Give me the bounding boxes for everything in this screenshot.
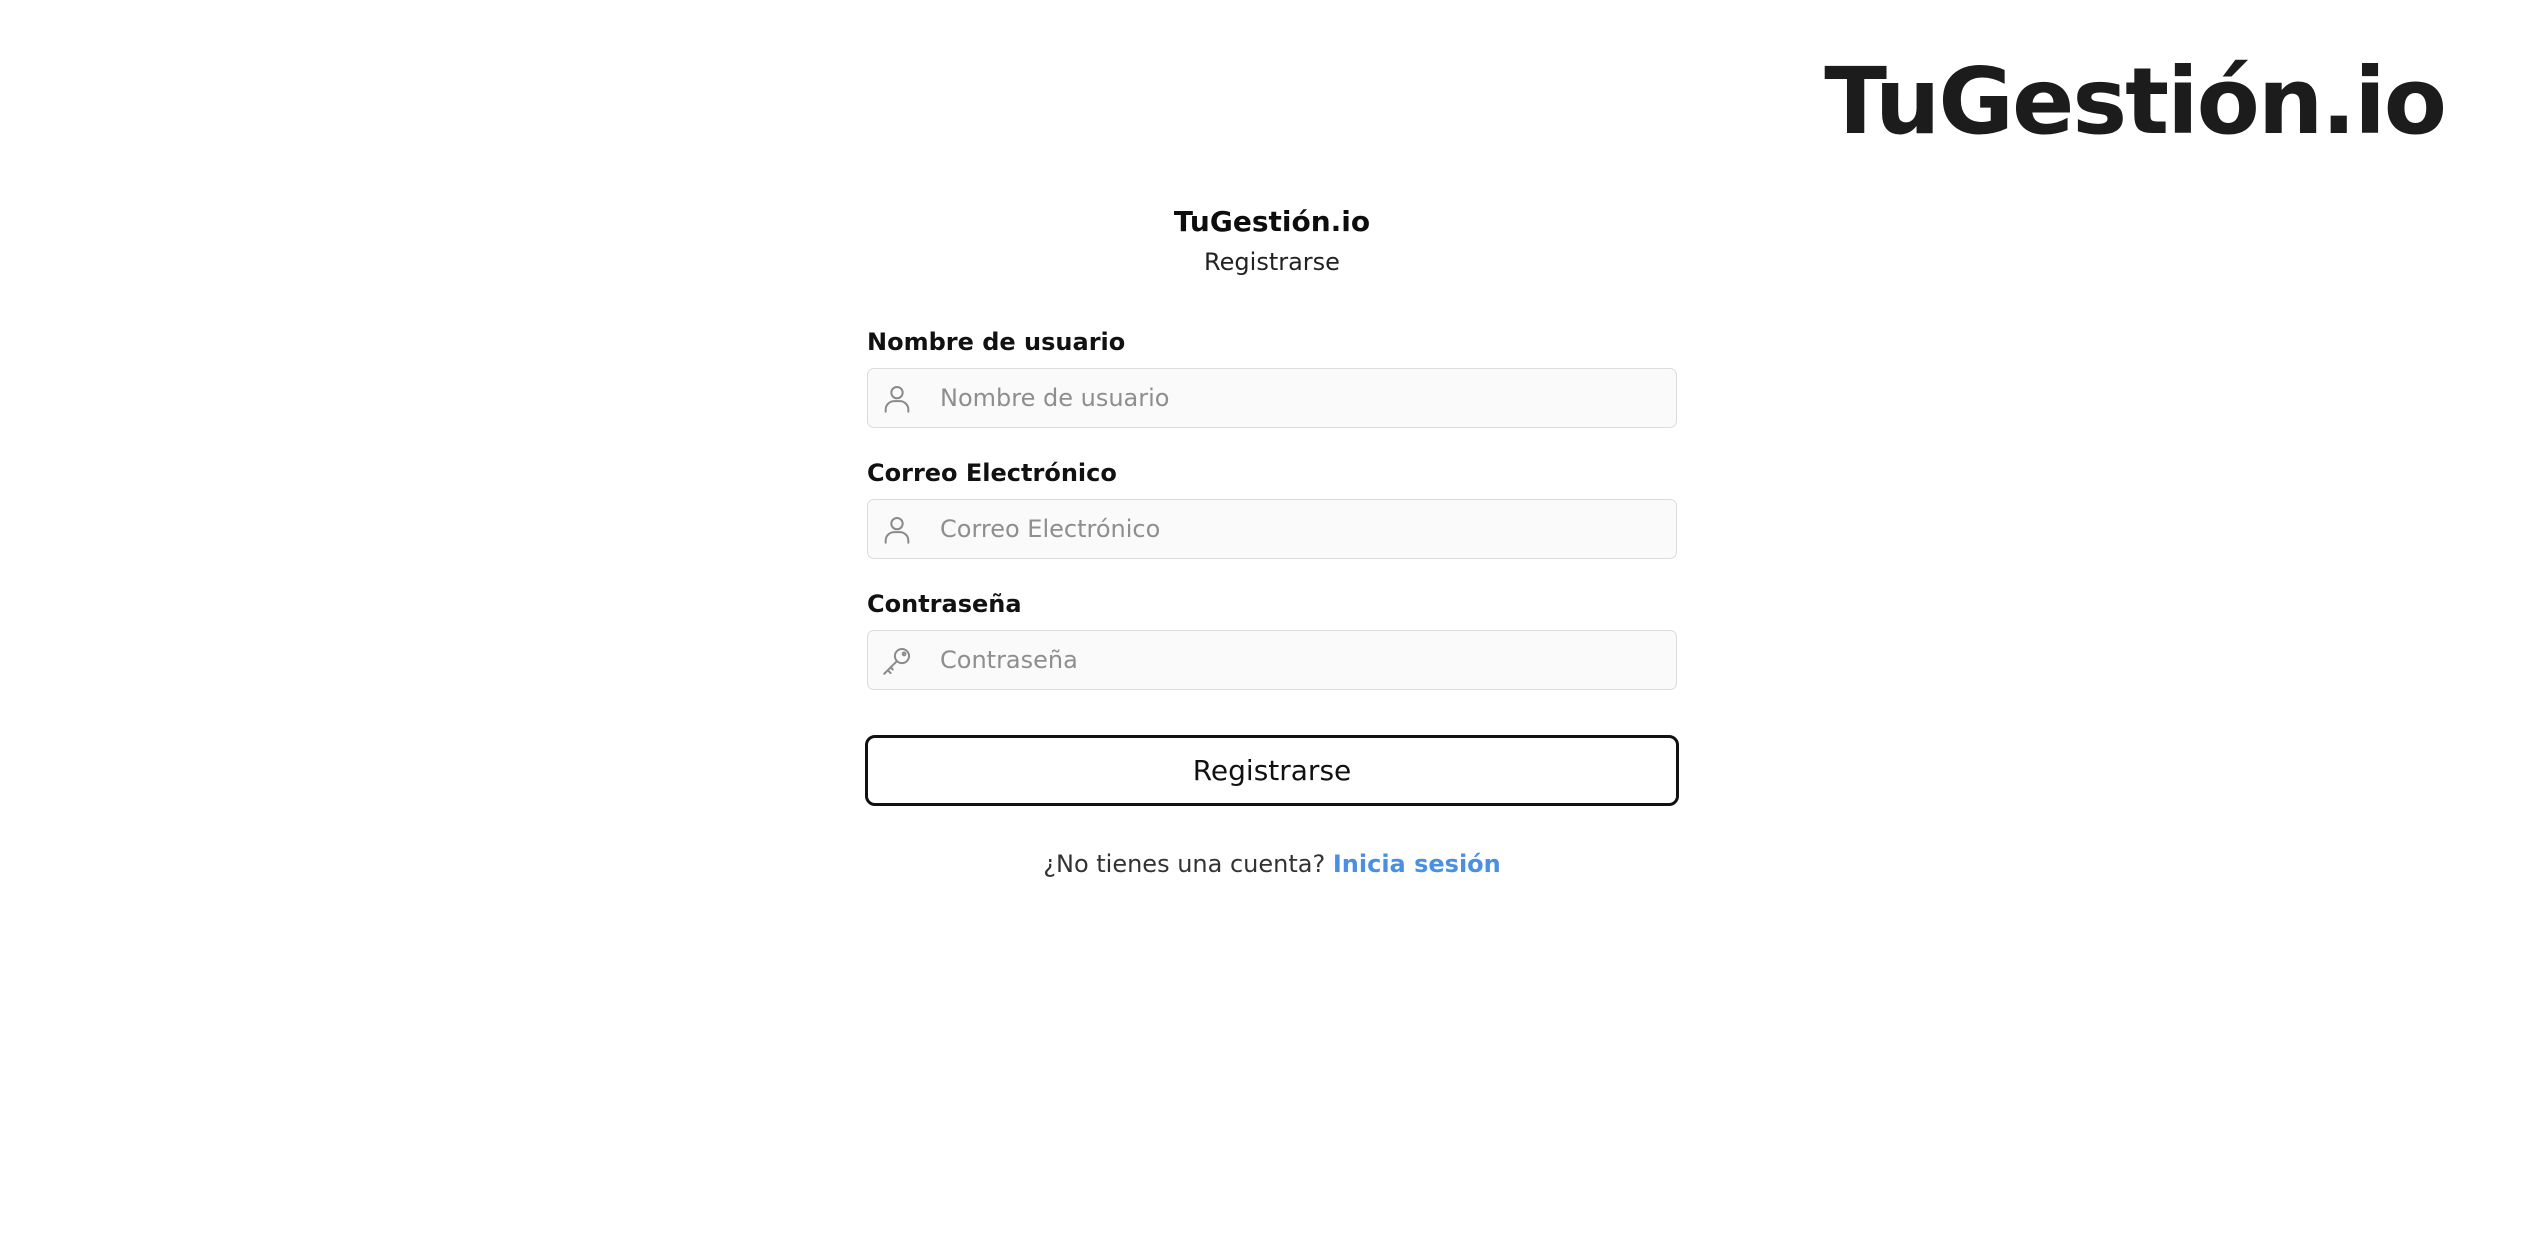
password-field-group: Contraseña (867, 586, 1677, 690)
username-label: Nombre de usuario (867, 328, 1126, 356)
form-header: TuGestión.io Registrarse (867, 200, 1677, 280)
email-label: Correo Electrónico (867, 459, 1117, 487)
brand-logo: TuGestión.io (1824, 48, 2447, 155)
register-button[interactable]: Registrarse (865, 735, 1679, 806)
username-field-group: Nombre de usuario (867, 324, 1677, 428)
username-input-box[interactable] (867, 368, 1677, 428)
password-label: Contraseña (867, 590, 1022, 618)
login-prompt: ¿No tienes una cuenta? Inicia sesión (867, 850, 1677, 878)
password-input-box[interactable] (867, 630, 1677, 690)
app-name: TuGestión.io (1173, 205, 1371, 238)
password-input[interactable] (868, 631, 1676, 689)
register-form: TuGestión.io Registrarse Nombre de usuar… (865, 200, 1679, 878)
email-input-box[interactable] (867, 499, 1677, 559)
email-field-group: Correo Electrónico (867, 455, 1677, 559)
login-link[interactable]: Inicia sesión (1333, 850, 1501, 878)
username-input[interactable] (868, 369, 1676, 427)
page-subtitle: Registrarse (1204, 248, 1340, 276)
email-input[interactable] (868, 500, 1676, 558)
login-prompt-text: ¿No tienes una cuenta? (1043, 850, 1326, 878)
